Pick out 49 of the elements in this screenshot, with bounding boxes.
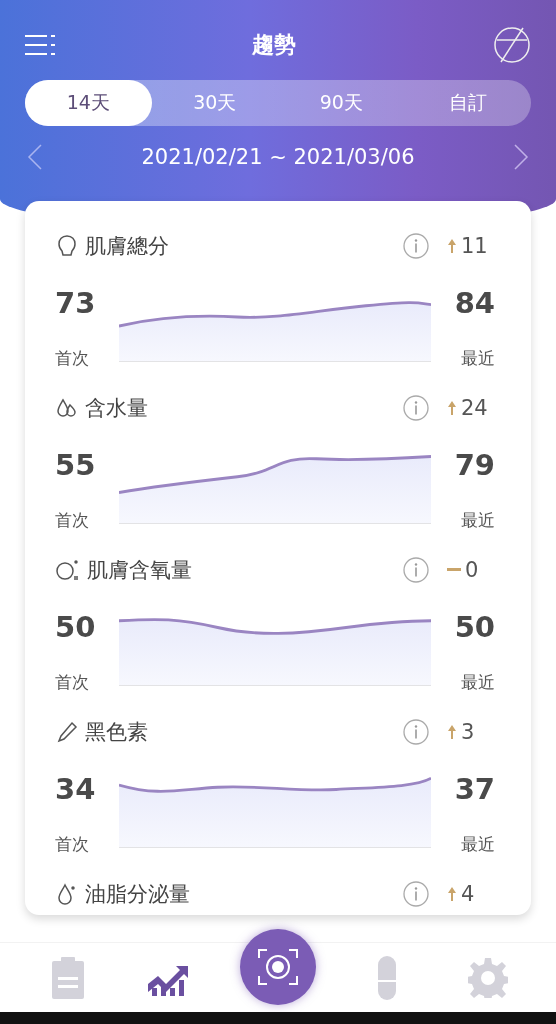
first-value: 73 (55, 286, 96, 321)
info-icon[interactable] (403, 395, 429, 422)
latest-label: 最近 (461, 833, 495, 857)
first-label: 首次 (55, 509, 89, 533)
change-value: 4 (461, 882, 475, 907)
face-outline-icon (55, 234, 79, 259)
info-icon[interactable] (403, 233, 429, 260)
latest-label: 最近 (461, 671, 495, 695)
clipboard-icon (52, 956, 85, 999)
pipette-icon (55, 720, 79, 745)
scan-button[interactable] (240, 928, 316, 1005)
latest-value: 50 (454, 610, 495, 645)
change-value: 24 (461, 396, 488, 421)
previous-icon[interactable] (27, 144, 43, 170)
first-label: 首次 (55, 347, 89, 371)
settings-icon (467, 957, 508, 998)
info-icon[interactable] (403, 719, 429, 746)
page-title: 趨勢 (252, 31, 296, 59)
first-label: 首次 (55, 833, 89, 857)
next-icon[interactable] (513, 144, 529, 170)
change-value: 11 (461, 234, 488, 259)
metric-name: 油脂分泌量 (85, 881, 191, 909)
period-tab[interactable]: 30天 (151, 80, 278, 126)
metric-name: 黑色素 (85, 719, 149, 747)
period-tab[interactable]: 90天 (278, 80, 405, 126)
metric-name: 肌膚總分 (85, 233, 170, 261)
metric-name: 肌膚含氧量 (87, 557, 193, 585)
capsule-icon (377, 955, 396, 1000)
first-value: 34 (55, 772, 96, 807)
latest-value: 79 (454, 448, 495, 483)
period-tab[interactable]: 自訂 (404, 80, 531, 126)
latest-value: 84 (454, 286, 495, 321)
change-value: 0 (465, 558, 479, 583)
latest-value: 37 (454, 772, 495, 807)
menu-icon[interactable] (25, 34, 55, 56)
date-range: 2021/02/21 ~ 2021/03/06 (141, 145, 415, 169)
metric-name: 含水量 (85, 395, 149, 423)
info-icon[interactable] (403, 557, 429, 584)
first-label: 首次 (55, 671, 89, 695)
oxygen-icon (55, 558, 81, 583)
camera-scan-icon (258, 948, 298, 985)
change-value: 3 (461, 720, 475, 745)
first-value: 50 (55, 610, 96, 645)
latest-label: 最近 (461, 347, 495, 371)
device-off-icon[interactable] (493, 26, 531, 64)
period-tab[interactable]: 14天 (25, 80, 152, 126)
info-icon[interactable] (403, 881, 429, 908)
first-value: 55 (55, 448, 96, 483)
latest-label: 最近 (461, 509, 495, 533)
